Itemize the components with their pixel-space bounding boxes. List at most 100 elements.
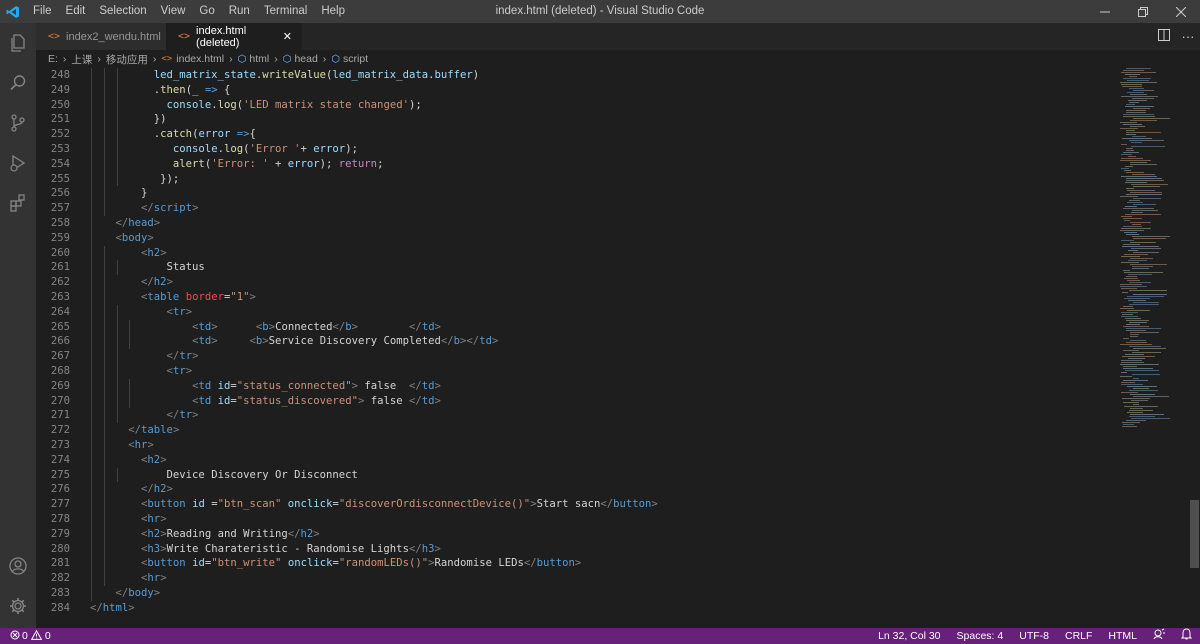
split-editor-icon[interactable] <box>1152 29 1176 44</box>
menu-help[interactable]: Help <box>314 0 352 23</box>
breadcrumb-symbol[interactable]: html <box>249 53 269 65</box>
code-token: => <box>236 128 250 141</box>
code-line[interactable]: 251 }) <box>36 112 1116 128</box>
code-line[interactable]: 255 }); <box>36 171 1116 187</box>
code-token: td <box>421 394 435 407</box>
code-line[interactable]: 263 <table border="1"> <box>36 290 1116 305</box>
code-token: button <box>536 557 575 570</box>
minimap-line <box>1130 334 1139 335</box>
run-debug-icon[interactable] <box>0 143 36 183</box>
close-tab-icon[interactable]: ✕ <box>283 30 292 43</box>
code-line[interactable]: 273 <hr> <box>36 438 1116 453</box>
minimap[interactable] <box>1118 68 1189 428</box>
code-line[interactable]: 268 <tr> <box>36 364 1116 379</box>
code-line[interactable]: 269 <td id="status_connected"> false </t… <box>36 378 1116 394</box>
tab-index2-wendu[interactable]: <> index2_wendu.html <box>36 23 166 50</box>
code-line[interactable]: 272 </table> <box>36 423 1116 438</box>
minimap-line <box>1125 182 1147 183</box>
encoding[interactable]: UTF-8 <box>1011 628 1057 644</box>
end-of-line[interactable]: CRLF <box>1057 628 1100 644</box>
cursor-position[interactable]: Ln 32, Col 30 <box>870 628 948 644</box>
chevron-right-icon: › <box>229 53 233 65</box>
code-line[interactable]: 261 Status <box>36 260 1116 276</box>
restore-button[interactable] <box>1124 0 1162 23</box>
problems-indicator[interactable]: 0 0 <box>0 629 51 643</box>
code-line[interactable]: 249 .then(_ => { <box>36 82 1116 98</box>
line-number: 249 <box>50 83 70 96</box>
minimap-line <box>1130 264 1167 265</box>
code-line[interactable]: 259 <body> <box>36 230 1116 246</box>
minimap-line <box>1130 258 1153 259</box>
vertical-scrollbar[interactable] <box>1189 68 1200 628</box>
code-line[interactable]: 280 <h3>Write Charateristic - Randomise … <box>36 541 1116 557</box>
code-line[interactable]: 267 </tr> <box>36 349 1116 364</box>
breadcrumb-file[interactable]: index.html <box>176 53 224 65</box>
code-line[interactable]: 277 <button id ="btn_scan" onclick="disc… <box>36 497 1116 512</box>
code-text: <hr> <box>90 512 167 527</box>
minimap-line <box>1121 144 1127 145</box>
indentation[interactable]: Spaces: 4 <box>949 628 1012 644</box>
close-window-button[interactable] <box>1162 0 1200 23</box>
minimap-line <box>1125 74 1140 75</box>
code-editor[interactable]: 248 led_matrix_state.writeValue(led_matr… <box>36 68 1189 628</box>
more-actions-icon[interactable]: ··· <box>1176 29 1200 44</box>
extensions-icon[interactable] <box>0 183 36 223</box>
code-line[interactable]: 270 <td id="status_discovered"> false </… <box>36 393 1116 409</box>
settings-gear-icon[interactable] <box>0 586 36 626</box>
code-line[interactable]: 256 } <box>36 186 1116 202</box>
breadcrumb-symbol[interactable]: script <box>343 53 368 65</box>
code-line[interactable]: 258 </head> <box>36 216 1116 231</box>
breadcrumb-drive[interactable]: E: <box>48 53 58 65</box>
code-line[interactable]: 278 <hr> <box>36 512 1116 527</box>
line-number: 283 <box>50 587 70 599</box>
breadcrumb-folder[interactable]: 上课 <box>71 52 92 67</box>
code-line[interactable]: 275 Device Discovery Or Disconnect <box>36 467 1116 483</box>
code-line[interactable]: 254 alert('Error: ' + error); return; <box>36 156 1116 172</box>
tab-label: index2_wendu.html <box>66 30 161 43</box>
menu-run[interactable]: Run <box>222 0 257 23</box>
menu-go[interactable]: Go <box>192 0 221 23</box>
code-line[interactable]: 283 </body> <box>36 586 1116 601</box>
menu-file[interactable]: File <box>26 0 59 23</box>
account-icon[interactable] <box>0 546 36 586</box>
feedback-icon[interactable] <box>1145 628 1173 644</box>
scrollbar-thumb[interactable] <box>1190 500 1199 568</box>
code-line[interactable]: 279 <h2>Reading and Writing</h2> <box>36 526 1116 542</box>
code-line[interactable]: 284 </html> <box>36 601 1116 616</box>
code-line[interactable]: 274 <h2> <box>36 452 1116 468</box>
code-token: > <box>153 217 161 229</box>
code-line[interactable]: 257 </script> <box>36 201 1116 216</box>
source-control-icon[interactable] <box>0 103 36 143</box>
minimize-button[interactable] <box>1086 0 1124 23</box>
minimap-line <box>1126 188 1134 189</box>
notifications-bell-icon[interactable] <box>1173 627 1200 644</box>
menu-terminal[interactable]: Terminal <box>257 0 314 23</box>
tab-index-deleted[interactable]: <> index.html (deleted) ✕ <box>166 23 302 50</box>
code-line[interactable]: 282 <hr> <box>36 571 1116 586</box>
code-line[interactable]: 281 <button id="btn_write" onclick="rand… <box>36 556 1116 572</box>
code-line[interactable]: 262 </h2> <box>36 275 1116 290</box>
code-token: id <box>217 394 231 407</box>
line-number: 259 <box>50 231 70 244</box>
code-line[interactable]: 271 </tr> <box>36 408 1116 424</box>
breadcrumb-folder[interactable]: 移动应用 <box>106 52 148 67</box>
menu-selection[interactable]: Selection <box>92 0 153 23</box>
code-line[interactable]: 253 console.log('Error '+ error); <box>36 142 1116 157</box>
language-mode[interactable]: HTML <box>1100 628 1145 644</box>
minimap-line <box>1123 366 1137 367</box>
breadcrumb-symbol[interactable]: head <box>294 53 317 65</box>
menu-edit[interactable]: Edit <box>59 0 93 23</box>
code-line[interactable]: 248 led_matrix_state.writeValue(led_matr… <box>36 68 1116 83</box>
search-icon[interactable] <box>0 63 36 103</box>
code-line[interactable]: 264 <tr> <box>36 304 1116 320</box>
code-line[interactable]: 276 </h2> <box>36 482 1116 498</box>
code-line[interactable]: 266 <td> <b>Service Discovery Completed<… <box>36 334 1116 350</box>
code-line[interactable]: 265 <td> <b>Connected</b> </td> <box>36 319 1116 335</box>
code-line[interactable]: 252 .catch(error =>{ <box>36 127 1116 142</box>
code-line[interactable]: 250 console.log('LED matrix state change… <box>36 97 1116 113</box>
code-line[interactable]: 260 <h2> <box>36 245 1116 261</box>
explorer-icon[interactable] <box>0 23 36 63</box>
menu-view[interactable]: View <box>154 0 193 23</box>
code-token: </ <box>166 350 180 363</box>
line-number: 254 <box>50 157 70 170</box>
